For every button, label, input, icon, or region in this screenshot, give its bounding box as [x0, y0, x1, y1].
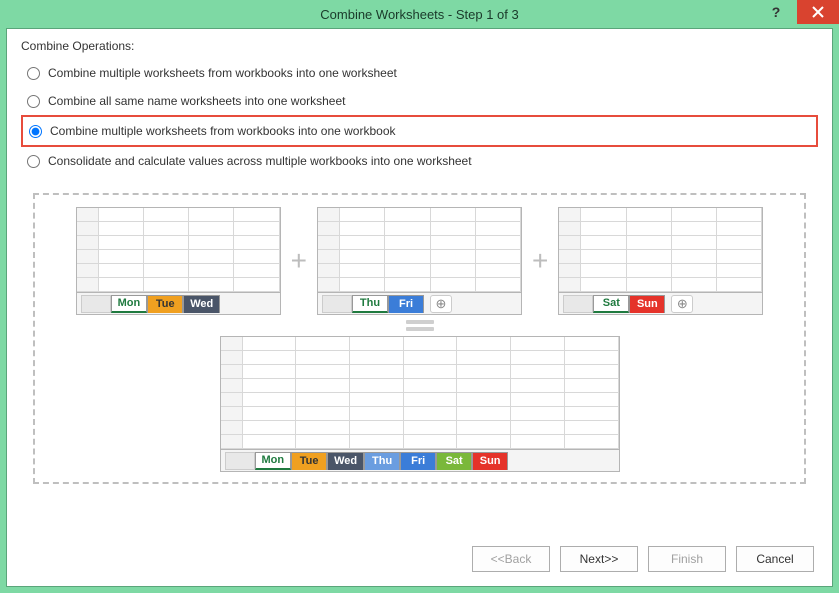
sheet-tab-sun: Sun — [472, 452, 508, 470]
option-combine-into-one-workbook[interactable]: Combine multiple worksheets from workboo… — [21, 115, 818, 147]
diagram-bottom-row: Mon Tue Wed Thu Fri Sat Sun — [43, 336, 796, 472]
titlebar: Combine Worksheets - Step 1 of 3 ? — [0, 0, 839, 28]
radio-label: Combine all same name worksheets into on… — [48, 94, 345, 108]
workbook-1: Mon Tue Wed — [76, 207, 281, 315]
tab-scroll — [563, 295, 593, 313]
help-icon[interactable]: ? — [755, 0, 797, 24]
diagram-area: Mon Tue Wed + — [33, 193, 806, 484]
sheet-tab-thu: Thu — [364, 452, 400, 470]
tab-scroll — [225, 452, 255, 470]
back-button: <<Back — [472, 546, 550, 572]
add-sheet-icon: ⊕ — [671, 295, 693, 313]
sheet-tab-sat: Sat — [593, 295, 629, 313]
radio-input[interactable] — [27, 67, 40, 80]
option-consolidate-calculate[interactable]: Consolidate and calculate values across … — [21, 147, 818, 175]
radio-label: Combine multiple worksheets from workboo… — [48, 66, 397, 80]
window-title: Combine Worksheets - Step 1 of 3 — [320, 7, 518, 22]
workbook-3: Sat Sun ⊕ — [558, 207, 763, 315]
option-combine-same-name[interactable]: Combine all same name worksheets into on… — [21, 87, 818, 115]
plus-icon: + — [532, 245, 548, 277]
radio-label: Consolidate and calculate values across … — [48, 154, 472, 168]
cancel-button[interactable]: Cancel — [736, 546, 814, 572]
sheet-tab-mon: Mon — [111, 295, 148, 313]
radio-input[interactable] — [27, 155, 40, 168]
wizard-buttons: <<Back Next>> Finish Cancel — [472, 546, 814, 572]
radio-input[interactable] — [29, 125, 42, 138]
workbook-2: Thu Fri ⊕ — [317, 207, 522, 315]
sheet-tab-sun: Sun — [629, 295, 665, 313]
radio-input[interactable] — [27, 95, 40, 108]
tab-scroll — [81, 295, 111, 313]
sheet-tab-wed: Wed — [183, 295, 220, 313]
next-button[interactable]: Next>> — [560, 546, 638, 572]
equals-icon — [406, 317, 434, 334]
sheet-tab-sat: Sat — [436, 452, 472, 470]
finish-button: Finish — [648, 546, 726, 572]
sheet-tab-fri: Fri — [400, 452, 436, 470]
sheet-tab-tue: Tue — [147, 295, 183, 313]
sheet-tab-thu: Thu — [352, 295, 388, 313]
tab-scroll — [322, 295, 352, 313]
workbook-result: Mon Tue Wed Thu Fri Sat Sun — [220, 336, 620, 472]
plus-icon: + — [291, 245, 307, 277]
sheet-tab-fri: Fri — [388, 295, 424, 313]
dialog-window: Combine Worksheets - Step 1 of 3 ? Combi… — [0, 0, 839, 593]
sheet-tab-mon: Mon — [255, 452, 292, 470]
combine-operations-group: Combine multiple worksheets from workboo… — [7, 59, 832, 175]
option-combine-into-one-worksheet[interactable]: Combine multiple worksheets from workboo… — [21, 59, 818, 87]
sheet-tab-tue: Tue — [291, 452, 327, 470]
dialog-content: Combine Operations: Combine multiple wor… — [6, 28, 833, 587]
close-icon[interactable] — [797, 0, 839, 24]
section-label: Combine Operations: — [7, 29, 832, 59]
add-sheet-icon: ⊕ — [430, 295, 452, 313]
sheet-tab-wed: Wed — [327, 452, 364, 470]
radio-label: Combine multiple worksheets from workboo… — [50, 124, 396, 138]
diagram-top-row: Mon Tue Wed + — [43, 207, 796, 315]
